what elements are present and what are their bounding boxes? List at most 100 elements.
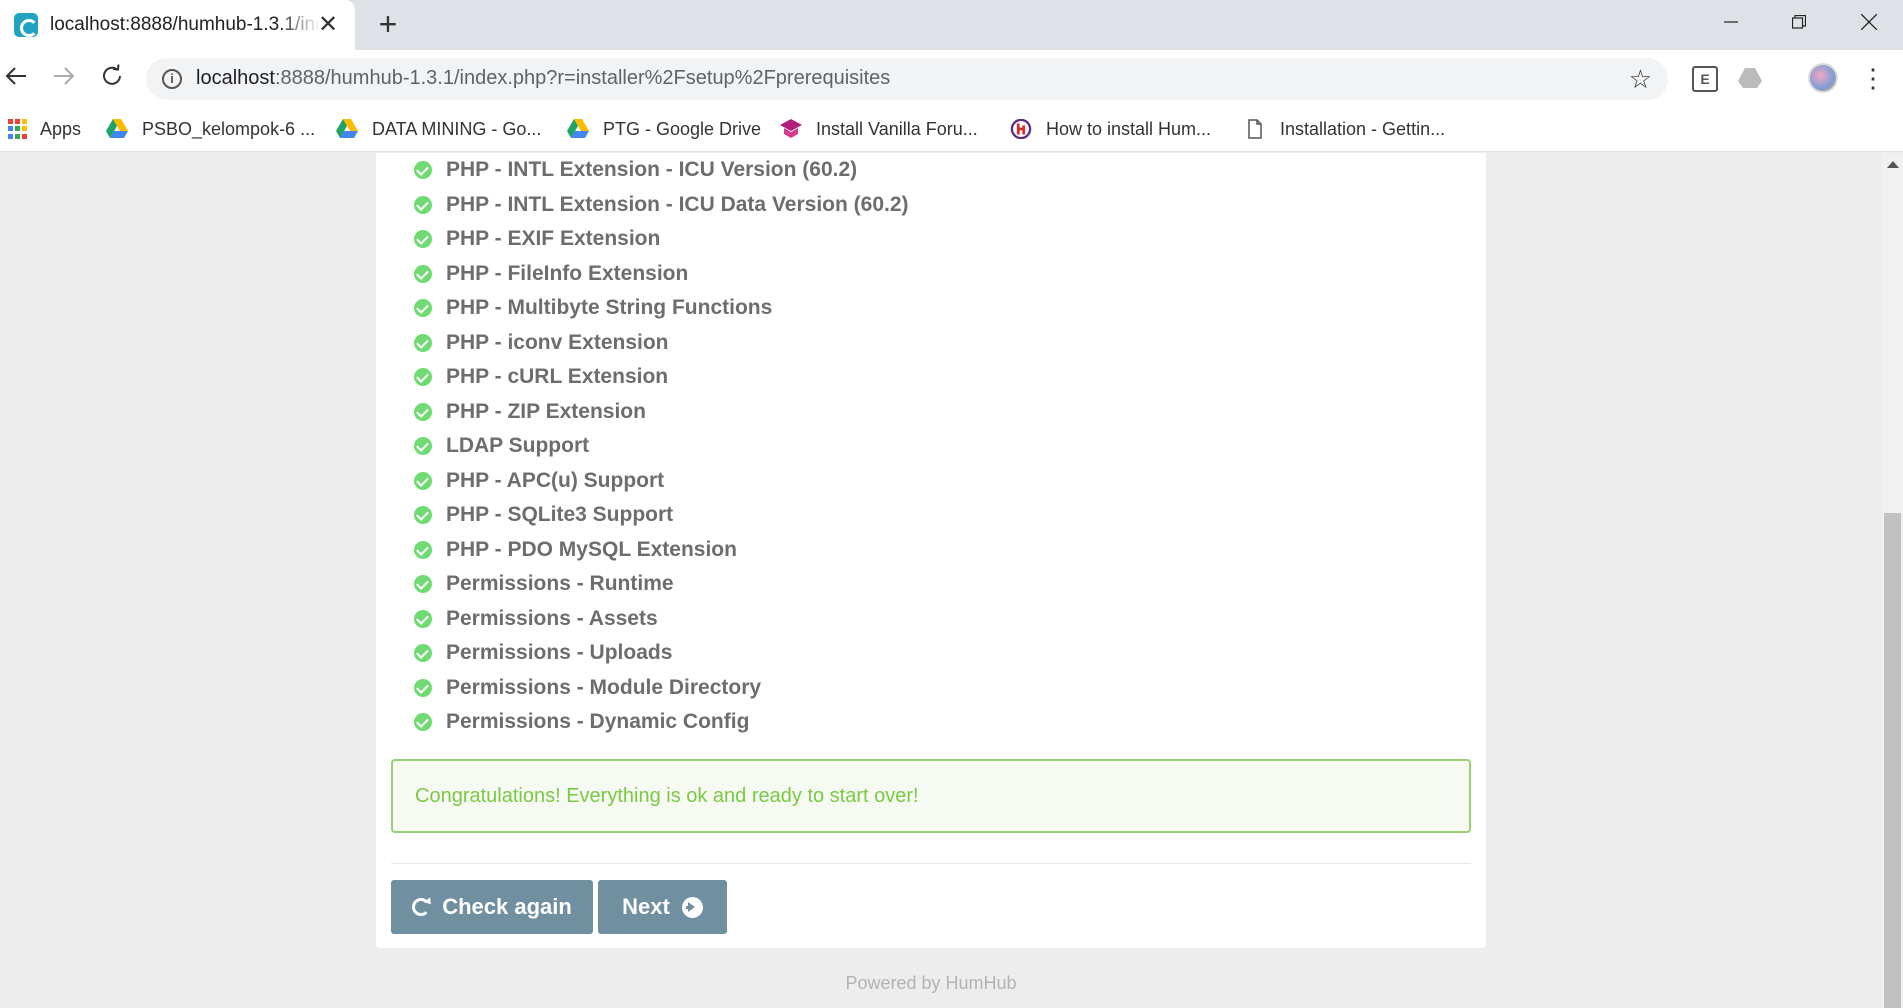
- check-circle-icon: [414, 713, 432, 731]
- list-item: PHP - FileInfo Extension: [412, 259, 1312, 289]
- success-alert: Congratulations! Everything is ok and re…: [391, 759, 1471, 833]
- extension-e-icon[interactable]: E: [1692, 66, 1718, 92]
- reload-icon[interactable]: [96, 62, 128, 94]
- forward-arrow-icon[interactable]: [48, 62, 80, 94]
- check-circle-icon: [414, 472, 432, 490]
- tab-strip: localhost:8888/humhub-1.3.1/index.php?r=…: [0, 0, 1903, 50]
- page-scrollbar[interactable]: [1882, 153, 1903, 1008]
- scroll-up-arrow-icon[interactable]: [1887, 161, 1899, 168]
- url-text[interactable]: localhost:8888/humhub-1.3.1/index.php?r=…: [196, 67, 890, 90]
- bookmark-ptg[interactable]: PTG - Google Drive: [567, 116, 761, 142]
- prerequisite-label: PHP - cURL Extension: [446, 365, 669, 388]
- minimize-icon: [1724, 21, 1738, 23]
- document-icon: [1248, 119, 1262, 139]
- list-item: PHP - APC(u) Support: [412, 466, 1312, 496]
- close-icon: [1861, 14, 1877, 30]
- vanilla-icon: [780, 119, 802, 138]
- prerequisite-label: LDAP Support: [446, 434, 590, 457]
- list-item: PHP - Multibyte String Functions: [412, 293, 1312, 323]
- scrollbar-thumb[interactable]: [1884, 513, 1901, 1008]
- list-item: PHP - PDO MySQL Extension: [412, 535, 1312, 565]
- check-again-button[interactable]: Check again: [391, 880, 593, 934]
- list-item: PHP - INTL Extension - ICU Version (60.2…: [412, 155, 1312, 185]
- prerequisite-label: Permissions - Module Directory: [446, 676, 762, 699]
- tab-close-icon[interactable]: ✕: [315, 12, 341, 38]
- check-again-label: Check again: [442, 894, 572, 919]
- window-minimize-button[interactable]: [1697, 0, 1765, 44]
- bookmark-label: Install Vanilla Foru...: [816, 118, 978, 139]
- check-circle-icon: [414, 403, 432, 421]
- list-item: Permissions - Dynamic Config: [412, 707, 1312, 737]
- window-restore-button[interactable]: [1765, 0, 1833, 44]
- tab-title: localhost:8888/humhub-1.3.1/index.php?r=…: [50, 14, 320, 35]
- list-item: PHP - EXIF Extension: [412, 224, 1312, 254]
- prerequisite-label: PHP - PDO MySQL Extension: [446, 538, 737, 561]
- address-bar[interactable]: i localhost:8888/humhub-1.3.1/index.php?…: [146, 58, 1668, 100]
- check-circle-icon: [414, 299, 432, 317]
- bookmark-label: Installation - Gettin...: [1280, 118, 1446, 139]
- bookmark-star-icon[interactable]: ☆: [1629, 64, 1652, 95]
- url-path: :8888/humhub-1.3.1/index.php?r=installer…: [274, 67, 891, 89]
- next-label: Next: [622, 894, 670, 919]
- check-circle-icon: [414, 437, 432, 455]
- check-circle-icon: [414, 265, 432, 283]
- list-item: Permissions - Uploads: [412, 638, 1312, 668]
- list-item: PHP - iconv Extension: [412, 328, 1312, 358]
- list-item: LDAP Support: [412, 431, 1312, 461]
- humhub-favicon-icon: [14, 13, 38, 37]
- list-item: PHP - cURL Extension: [412, 362, 1312, 392]
- prerequisite-label: Permissions - Dynamic Config: [446, 710, 750, 733]
- prerequisite-label: PHP - FileInfo Extension: [446, 262, 689, 285]
- bookmark-humhub-howto[interactable]: How to install Hum...: [1010, 116, 1211, 142]
- prerequisite-label: PHP - APC(u) Support: [446, 469, 665, 492]
- check-circle-icon: [414, 230, 432, 248]
- next-button[interactable]: Next: [598, 880, 727, 934]
- check-circle-icon: [414, 575, 432, 593]
- bookmark-label: DATA MINING - Go...: [372, 118, 542, 139]
- prerequisite-label: PHP - INTL Extension - ICU Data Version …: [446, 193, 909, 216]
- bookmark-apps[interactable]: Apps: [8, 116, 81, 142]
- check-circle-icon: [414, 541, 432, 559]
- bookmark-vanilla[interactable]: Install Vanilla Foru...: [780, 116, 978, 142]
- prerequisite-label: PHP - EXIF Extension: [446, 227, 661, 250]
- check-circle-icon: [414, 196, 432, 214]
- bookmarks-bar: Apps PSBO_kelompok-6 ... DATA MINING - G…: [0, 106, 1903, 152]
- prerequisite-label: PHP - Multibyte String Functions: [446, 296, 773, 319]
- divider: [391, 863, 1471, 864]
- prerequisite-label: PHP - ZIP Extension: [446, 400, 646, 423]
- bookmark-psbo[interactable]: PSBO_kelompok-6 ...: [106, 116, 315, 142]
- url-host: localhost: [196, 67, 275, 89]
- bookmark-label: PSBO_kelompok-6 ...: [142, 118, 316, 139]
- installer-panel: PHP - INTL Extension - ICU Version (60.2…: [376, 153, 1486, 948]
- browser-menu-icon[interactable]: ⋮: [1860, 62, 1886, 94]
- window-close-button[interactable]: [1835, 0, 1903, 44]
- google-drive-icon: [106, 119, 128, 138]
- prerequisite-label: PHP - iconv Extension: [446, 331, 669, 354]
- bookmark-label: How to install Hum...: [1046, 118, 1212, 139]
- list-item: PHP - ZIP Extension: [412, 397, 1312, 427]
- new-tab-plus-icon[interactable]: +: [372, 8, 404, 41]
- site-info-icon[interactable]: i: [162, 69, 182, 89]
- extension-drive-icon[interactable]: [1737, 66, 1763, 92]
- check-circle-icon: [414, 506, 432, 524]
- prerequisite-label: Permissions - Runtime: [446, 572, 674, 595]
- list-item: Permissions - Assets: [412, 604, 1312, 634]
- restore-icon: [1792, 15, 1806, 29]
- bookmark-installation[interactable]: Installation - Gettin...: [1244, 116, 1445, 142]
- bookmark-label: PTG - Google Drive: [603, 118, 762, 139]
- prerequisite-label: PHP - SQLite3 Support: [446, 503, 674, 526]
- google-drive-icon: [336, 119, 358, 138]
- powered-by-footer: Powered by HumHub: [845, 973, 1017, 993]
- apps-icon: [8, 119, 28, 139]
- bookmark-data-mining[interactable]: DATA MINING - Go...: [336, 116, 541, 142]
- back-arrow-icon[interactable]: [0, 62, 32, 94]
- browser-tab-active[interactable]: localhost:8888/humhub-1.3.1/index.php?r=…: [0, 0, 355, 50]
- google-drive-icon: [567, 119, 589, 138]
- list-item: Permissions - Module Directory: [412, 673, 1312, 703]
- bookmark-label: Apps: [40, 118, 82, 139]
- prerequisite-label: Permissions - Uploads: [446, 641, 673, 664]
- page-viewport: PHP - INTL Extension - ICU Version (60.2…: [0, 153, 1882, 1008]
- check-circle-icon: [414, 610, 432, 628]
- profile-avatar[interactable]: [1808, 63, 1838, 93]
- humhub-icon: [1010, 119, 1032, 139]
